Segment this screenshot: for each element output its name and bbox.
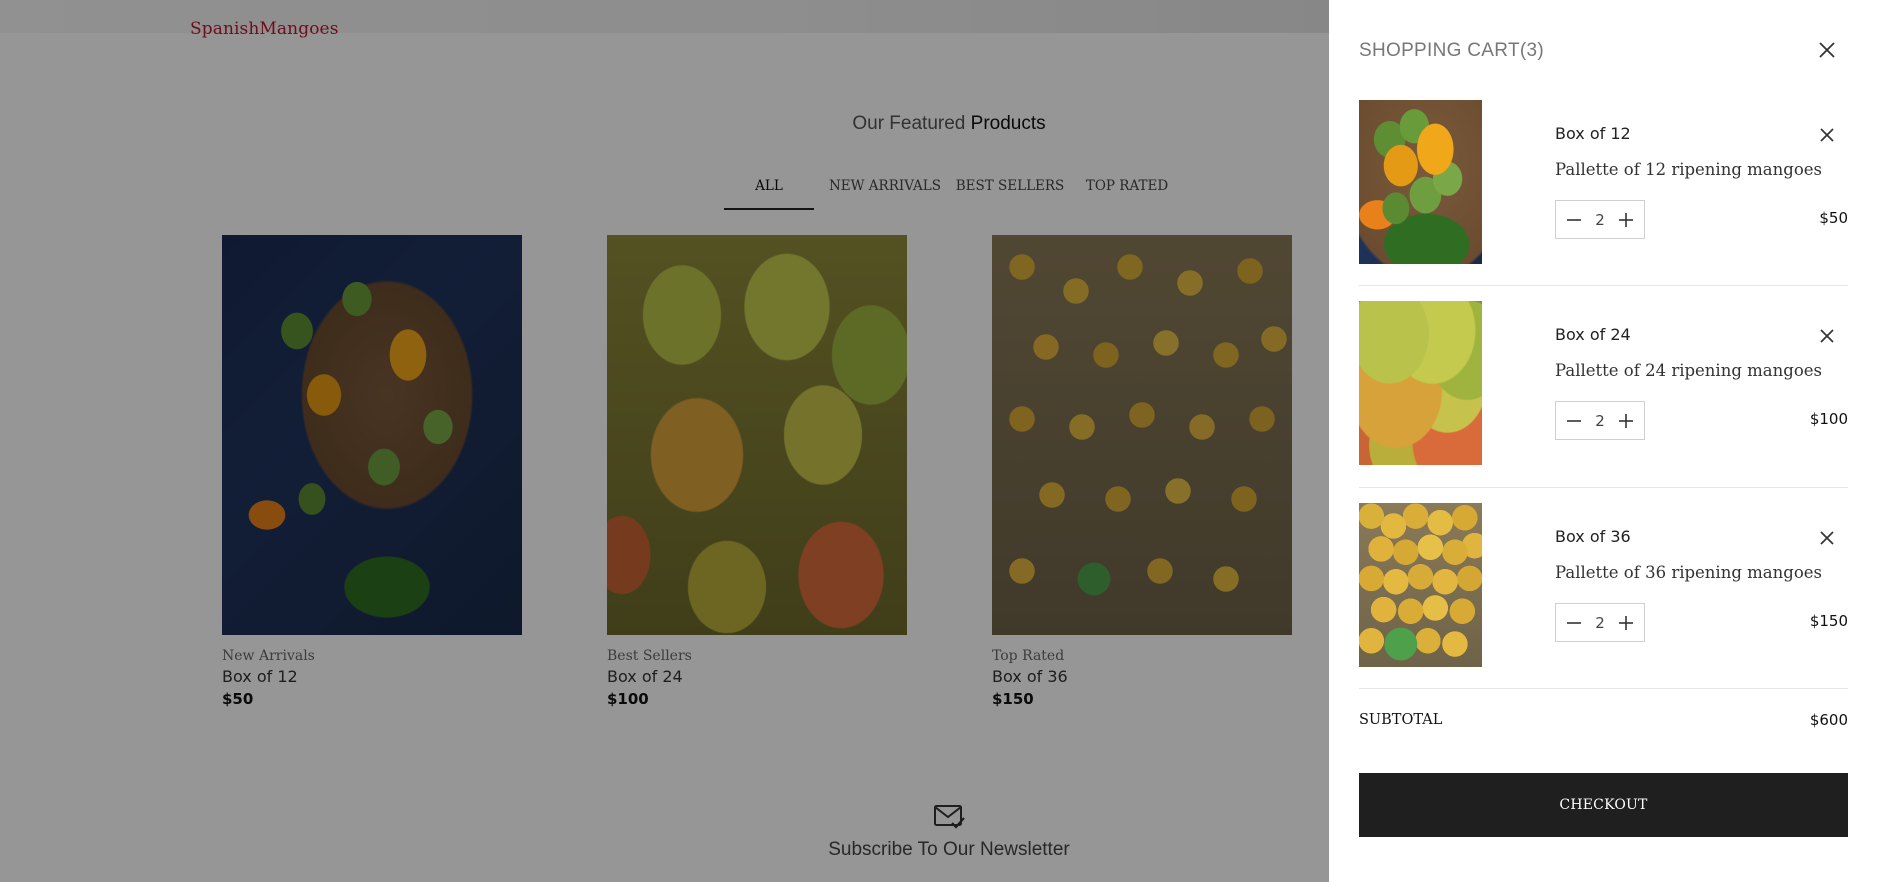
cart-item-price: $100 (1809, 410, 1848, 428)
plus-icon (1618, 413, 1633, 428)
remove-item-button[interactable] (1818, 529, 1836, 547)
close-cart-button[interactable] (1817, 40, 1837, 60)
quantity-stepper: 2 (1555, 401, 1645, 440)
divider (1359, 285, 1848, 286)
increase-quantity-button[interactable] (1617, 211, 1635, 229)
cart-item-name[interactable]: Box of 24 (1555, 325, 1631, 344)
quantity-value[interactable]: 2 (1595, 211, 1605, 229)
divider (1359, 487, 1848, 488)
cart-item-description: Pallette of 12 ripening mangoes (1555, 160, 1822, 179)
modal-backdrop[interactable] (0, 0, 1329, 882)
minus-icon (1567, 621, 1581, 624)
remove-item-button[interactable] (1818, 126, 1836, 144)
cart-item-image[interactable] (1359, 301, 1482, 465)
plus-icon (1618, 615, 1633, 630)
quantity-stepper: 2 (1555, 200, 1645, 239)
close-icon (1820, 531, 1834, 545)
quantity-value[interactable]: 2 (1595, 614, 1605, 632)
decrease-quantity-button[interactable] (1565, 614, 1583, 632)
cart-item-price: $50 (1819, 209, 1848, 227)
cart-item-price: $150 (1809, 612, 1848, 630)
cart-item-image[interactable] (1359, 503, 1482, 667)
quantity-stepper: 2 (1555, 603, 1645, 642)
close-icon (1819, 42, 1835, 58)
subtotal-label: SUBTOTAL (1359, 712, 1443, 728)
shopping-cart-drawer: SHOPPING CART(3) Box of 12 Pallette of 1… (1329, 0, 1881, 882)
minus-icon (1567, 218, 1581, 221)
quantity-value[interactable]: 2 (1595, 412, 1605, 430)
subtotal-value: $600 (1809, 711, 1848, 729)
cart-item: Box of 36 Pallette of 36 ripening mangoe… (1359, 503, 1848, 667)
increase-quantity-button[interactable] (1617, 412, 1635, 430)
decrease-quantity-button[interactable] (1565, 211, 1583, 229)
decrease-quantity-button[interactable] (1565, 412, 1583, 430)
increase-quantity-button[interactable] (1617, 614, 1635, 632)
plus-icon (1618, 212, 1633, 227)
remove-item-button[interactable] (1818, 327, 1836, 345)
cart-item: Box of 24 Pallette of 24 ripening mangoe… (1359, 301, 1848, 465)
cart-item-image[interactable] (1359, 100, 1482, 264)
checkout-button[interactable]: CHECKOUT (1359, 773, 1848, 837)
minus-icon (1567, 419, 1581, 422)
close-icon (1820, 329, 1834, 343)
cart-item-name[interactable]: Box of 36 (1555, 527, 1631, 546)
cart-item-name[interactable]: Box of 12 (1555, 124, 1631, 143)
cart-item: Box of 12 Pallette of 12 ripening mangoe… (1359, 100, 1848, 264)
cart-title: SHOPPING CART(3) (1359, 40, 1544, 61)
divider (1359, 688, 1848, 689)
cart-item-description: Pallette of 36 ripening mangoes (1555, 563, 1822, 582)
cart-item-description: Pallette of 24 ripening mangoes (1555, 361, 1822, 380)
close-icon (1820, 128, 1834, 142)
